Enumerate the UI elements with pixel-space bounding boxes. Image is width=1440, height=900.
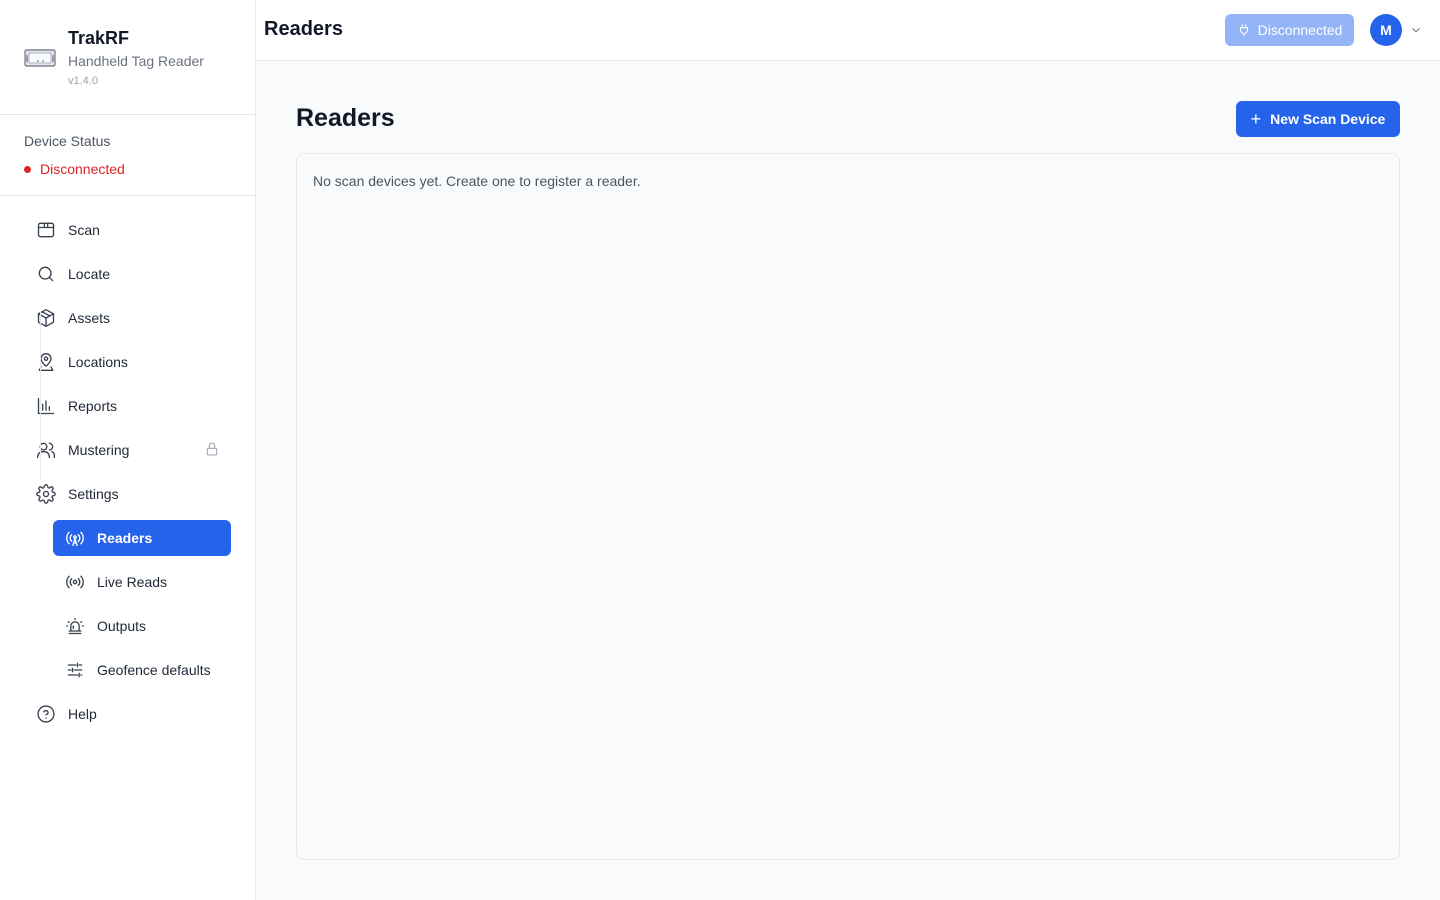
app-subtitle: Handheld Tag Reader: [68, 53, 204, 69]
sidebar-item-label: Mustering: [68, 442, 130, 458]
sidebar-item-label: Assets: [68, 310, 111, 326]
sidebar-subitem-outputs[interactable]: Outputs: [53, 608, 231, 644]
sidebar-item-assets[interactable]: Assets: [24, 300, 232, 336]
antenna-icon: [65, 528, 85, 548]
package-icon: [36, 220, 56, 240]
sidebar-item-label: Locations: [68, 354, 128, 370]
new-scan-device-label: New Scan Device: [1270, 111, 1386, 127]
sidebar-item-mustering[interactable]: Mustering: [24, 432, 232, 468]
brand-header: TrakRF Handheld Tag Reader v1.4.0: [0, 0, 255, 115]
users-icon: [36, 440, 56, 460]
page-title: Readers: [296, 104, 395, 132]
sidebar: TrakRF Handheld Tag Reader v1.4.0 Device…: [0, 0, 256, 900]
sidebar-item-label: Reports: [68, 398, 118, 414]
readers-panel: No scan devices yet. Create one to regis…: [296, 153, 1400, 860]
box-icon: [36, 308, 56, 328]
sidebar-item-label: Live Reads: [97, 574, 168, 590]
device-status-section: Device Status Disconnected: [0, 115, 255, 196]
reader-logo-icon: [24, 49, 56, 67]
plus-icon: +: [1250, 109, 1262, 129]
sidebar-item-help[interactable]: Help: [24, 696, 232, 732]
sidebar-item-locations[interactable]: Locations: [24, 344, 232, 380]
sidebar-item-reports[interactable]: Reports: [24, 388, 232, 424]
help-circle-icon: [36, 704, 56, 724]
sidebar-subitem-readers[interactable]: Readers: [53, 520, 231, 556]
connection-button[interactable]: Disconnected: [1225, 14, 1354, 46]
sliders-icon: [65, 660, 85, 680]
sidebar-item-label: Locate: [68, 266, 111, 282]
top-header: Readers Disconnected M: [256, 0, 1440, 61]
gear-icon: [36, 484, 56, 504]
lock-icon: [204, 441, 220, 457]
chevron-down-icon[interactable]: [1409, 23, 1423, 37]
search-icon: [36, 264, 56, 284]
device-status-value: Disconnected: [24, 161, 125, 177]
sidebar-item-label: Help: [68, 706, 97, 722]
sidebar-item-label: Geofence defaults: [97, 662, 211, 678]
bar-chart-icon: [36, 396, 56, 416]
sidebar-subitem-live-reads[interactable]: Live Reads: [53, 564, 231, 600]
header-title: Readers: [264, 18, 343, 40]
broadcast-icon: [65, 572, 85, 592]
device-status-text: Disconnected: [40, 161, 125, 177]
sidebar-item-label: Outputs: [97, 618, 147, 634]
sidebar-item-settings[interactable]: Settings: [24, 476, 232, 512]
status-dot-icon: [24, 165, 31, 173]
plug-icon: [1239, 24, 1248, 36]
siren-icon: [65, 616, 85, 636]
map-pin-user-icon: [36, 352, 56, 372]
sidebar-item-locate[interactable]: Locate: [24, 256, 232, 292]
sidebar-item-label: Scan: [68, 222, 100, 238]
connection-button-label: Disconnected: [1257, 22, 1343, 38]
device-status-label: Device Status: [24, 133, 111, 149]
avatar[interactable]: M: [1370, 14, 1402, 46]
app-title: TrakRF: [68, 28, 130, 48]
sidebar-item-label: Settings: [68, 486, 119, 502]
sidebar-item-label: Readers: [97, 530, 153, 546]
settings-subnav-divider: [40, 312, 41, 480]
empty-state-message: No scan devices yet. Create one to regis…: [313, 173, 641, 189]
sidebar-subitem-geofence-defaults[interactable]: Geofence defaults: [53, 652, 231, 688]
app-version: v1.4.0: [68, 75, 98, 87]
new-scan-device-button[interactable]: + New Scan Device: [1236, 101, 1400, 137]
sidebar-item-scan[interactable]: Scan: [24, 212, 232, 248]
